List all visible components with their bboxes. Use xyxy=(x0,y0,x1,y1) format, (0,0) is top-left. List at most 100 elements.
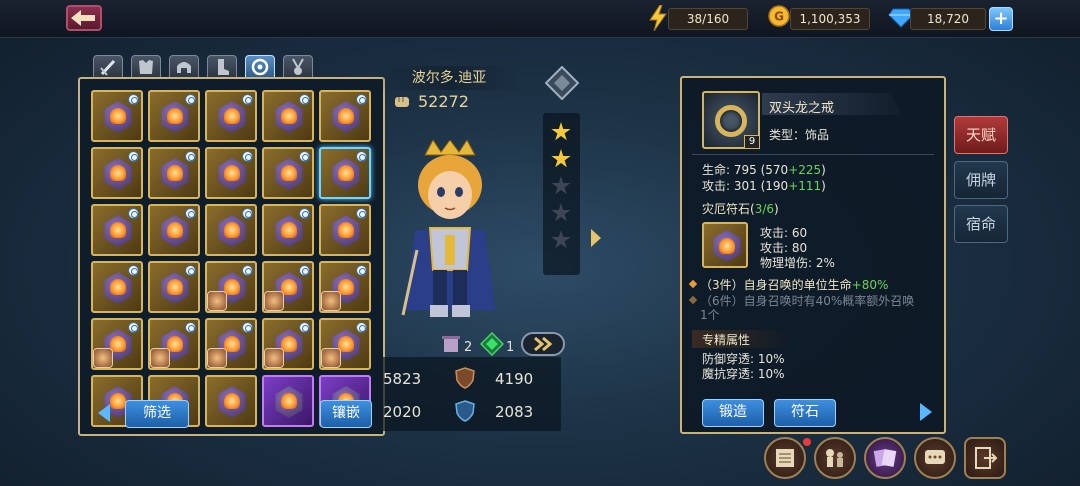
flame-rune-icon xyxy=(338,108,354,124)
rune-slot[interactable] xyxy=(148,261,200,313)
inlay-button[interactable]: 镶嵌 xyxy=(320,400,372,428)
hero-class-icon[interactable] xyxy=(545,66,579,100)
set-bonus-6: （6件）自身召唤时有40%概率额外召唤 xyxy=(700,294,915,308)
flame-rune-icon xyxy=(224,165,240,181)
item-type: 类型：饰品 xyxy=(769,128,830,142)
tab-mercenary[interactable]: 佣牌 xyxy=(954,161,1008,199)
hero-avatar-icon xyxy=(207,291,227,311)
rune-slot[interactable] xyxy=(91,147,143,199)
tab-boots[interactable] xyxy=(207,55,237,79)
hp-value: 795 (570 xyxy=(733,163,789,177)
next-hero-arrow-icon[interactable] xyxy=(591,229,601,247)
hp-close: ) xyxy=(821,163,826,177)
rune-slot[interactable] xyxy=(148,90,200,142)
rune-slot[interactable] xyxy=(91,204,143,256)
rune-slot[interactable] xyxy=(148,204,200,256)
tab-weapon[interactable] xyxy=(93,55,123,79)
rune-button[interactable]: 符石 xyxy=(774,399,836,427)
gold-coin-icon: G xyxy=(768,5,790,27)
rune-slot[interactable] xyxy=(262,318,314,370)
rune-slot[interactable] xyxy=(205,318,257,370)
hp-bonus: +225 xyxy=(788,163,822,177)
rune-slot[interactable] xyxy=(205,375,257,427)
ring-spiral-icon xyxy=(251,58,269,76)
rune-slot[interactable] xyxy=(205,204,257,256)
rune-set-title: 灾厄符石(3/6) xyxy=(702,200,779,217)
rune-slot[interactable] xyxy=(205,90,257,142)
star-icon xyxy=(551,230,571,249)
rune-stat-label: 攻击: xyxy=(760,241,789,255)
scroll-icon xyxy=(442,336,460,352)
stat-right-top: 4190 xyxy=(495,370,534,388)
tab-mercenary-label: 佣牌 xyxy=(965,171,996,189)
chess-menu-button[interactable] xyxy=(814,437,856,479)
atk-value: 301 (190 xyxy=(733,179,789,193)
scroll-menu-button[interactable] xyxy=(764,437,806,479)
tab-amulet[interactable] xyxy=(283,55,313,79)
rune-set-close: ) xyxy=(774,202,779,216)
expand-button[interactable] xyxy=(521,332,565,356)
rune-slot[interactable] xyxy=(319,318,371,370)
rune-slot[interactable] xyxy=(148,147,200,199)
equipped-badge-icon xyxy=(128,322,139,333)
equipped-badge-icon xyxy=(242,94,253,105)
flame-rune-icon xyxy=(281,165,297,181)
rune-slot[interactable] xyxy=(262,204,314,256)
gold-value: 1,100,353 xyxy=(799,12,861,26)
divider xyxy=(692,154,934,155)
rune-slot[interactable] xyxy=(319,204,371,256)
exit-menu-button[interactable] xyxy=(964,437,1006,479)
set-bonus-6-cont: 1个 xyxy=(700,308,720,322)
tab-helmet[interactable] xyxy=(169,55,199,79)
flame-rune-icon xyxy=(281,222,297,238)
rune-slot[interactable] xyxy=(262,261,314,313)
item-name: 双头龙之戒 xyxy=(769,101,835,116)
equipped-badge-icon xyxy=(299,151,310,162)
tab-talent[interactable]: 天赋 xyxy=(954,116,1008,154)
rune-set-name: 灾厄符石( xyxy=(702,202,755,216)
tab-destiny[interactable]: 宿命 xyxy=(954,205,1008,243)
tab-armor[interactable] xyxy=(131,55,161,79)
rune-slot[interactable] xyxy=(262,375,314,427)
gold-counter: 1,100,353 xyxy=(790,8,870,30)
rune-slot[interactable] xyxy=(262,90,314,142)
equipped-badge-icon xyxy=(356,265,367,276)
atk-close: ) xyxy=(821,179,826,193)
rune-slot[interactable] xyxy=(319,261,371,313)
rune-slot[interactable] xyxy=(205,147,257,199)
item-detail-panel: 9 双头龙之戒 类型：饰品 生命: 795 (570+225) 攻击: 301 … xyxy=(680,76,946,434)
rune-slot[interactable] xyxy=(91,261,143,313)
flame-rune-icon xyxy=(167,165,183,181)
rune-count: 2 xyxy=(464,340,473,355)
tab-accessory[interactable] xyxy=(245,55,275,79)
rune-slot[interactable] xyxy=(319,90,371,142)
next-item-arrow-icon[interactable] xyxy=(920,403,932,421)
cards-menu-button[interactable] xyxy=(864,437,906,479)
back-button[interactable] xyxy=(66,5,102,31)
rune-stat-label: 攻击: xyxy=(760,226,789,240)
forge-button[interactable]: 锻造 xyxy=(702,399,764,427)
add-diamonds-button[interactable]: + xyxy=(989,7,1013,31)
back-arrow-icon xyxy=(71,10,95,26)
chat-menu-button[interactable] xyxy=(914,437,956,479)
equipped-badge-icon xyxy=(356,94,367,105)
rune-slot[interactable] xyxy=(205,261,257,313)
boots-icon xyxy=(218,59,229,75)
rune-inventory-panel: 筛选 镶嵌 xyxy=(78,77,385,436)
hero-portrait[interactable] xyxy=(395,140,505,330)
filter-button[interactable]: 筛选 xyxy=(125,400,189,428)
rune-slot[interactable] xyxy=(91,318,143,370)
equipped-badge-icon xyxy=(299,265,310,276)
item-level: 9 xyxy=(744,135,760,149)
equipped-rune[interactable] xyxy=(702,222,748,268)
amulet-icon xyxy=(292,58,304,75)
flame-rune-icon xyxy=(224,393,240,409)
rune-slot[interactable] xyxy=(148,318,200,370)
prev-page-arrow-icon[interactable] xyxy=(98,404,110,422)
hero-avatar-icon xyxy=(207,348,227,368)
tab-talent-label: 天赋 xyxy=(965,126,996,144)
magic-shield-icon xyxy=(455,400,475,422)
rune-slot[interactable] xyxy=(262,147,314,199)
rune-slot[interactable] xyxy=(319,147,371,199)
rune-slot[interactable] xyxy=(91,90,143,142)
